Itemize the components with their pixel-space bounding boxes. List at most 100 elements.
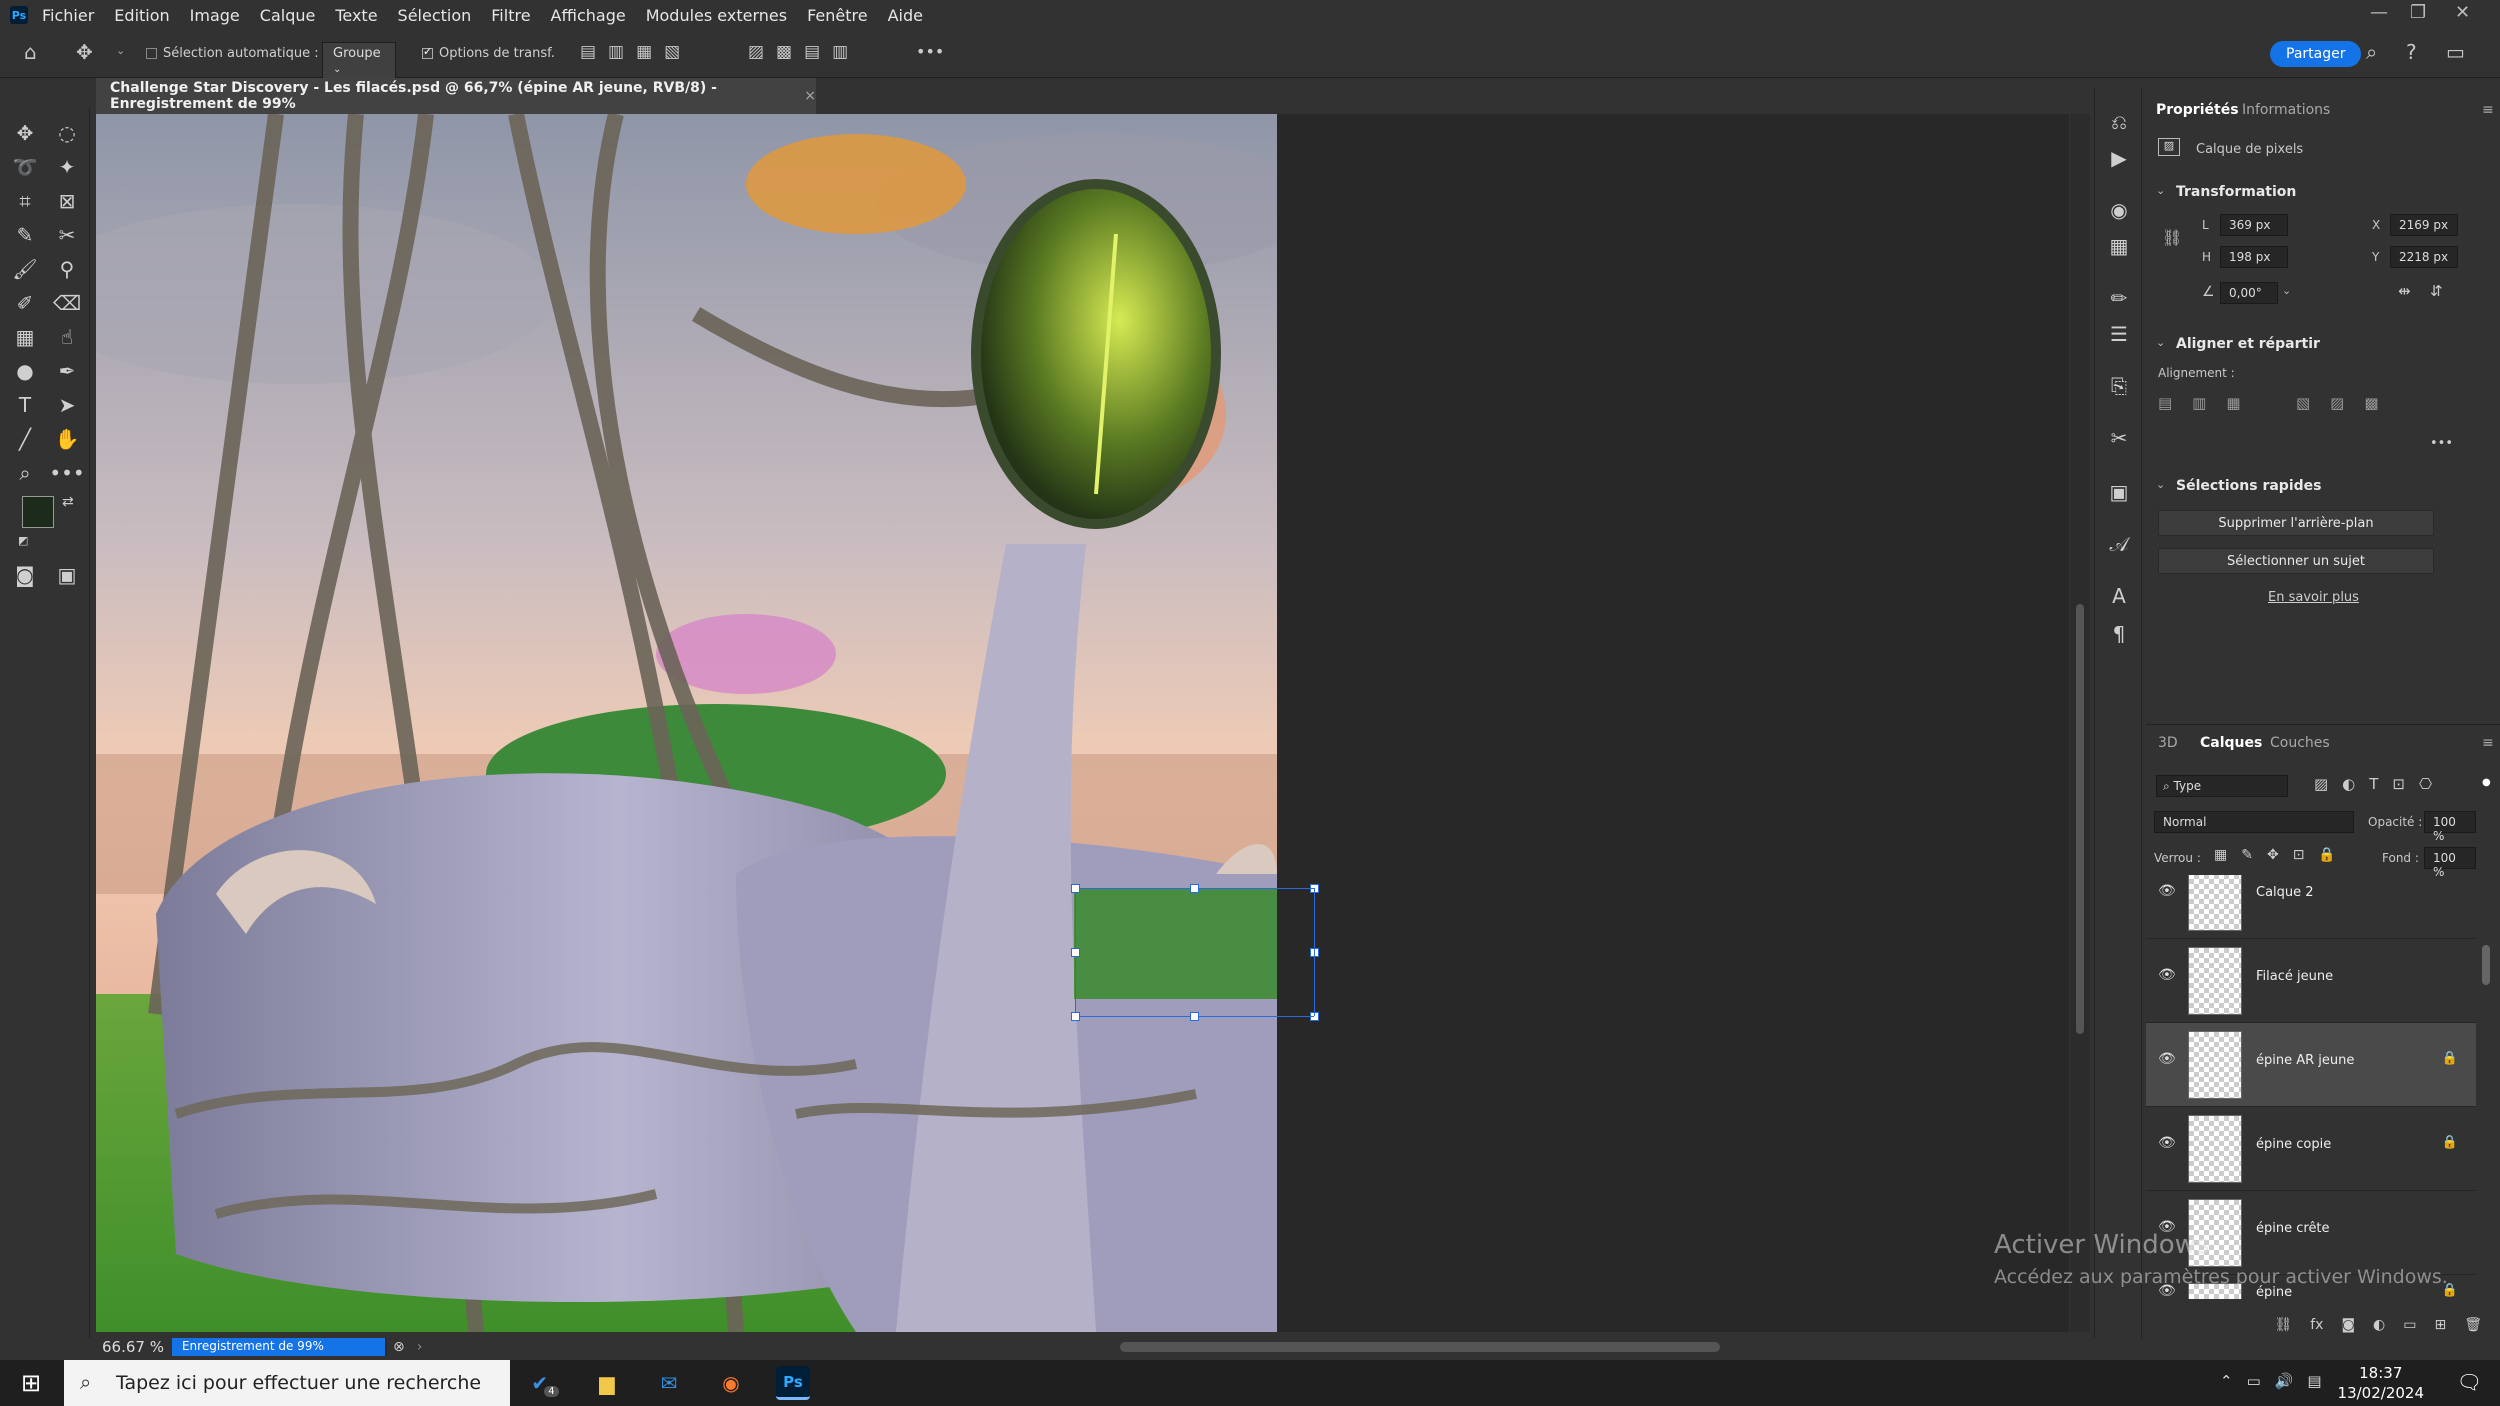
menu-filtre[interactable]: Filtre xyxy=(491,6,530,25)
auto-select-toggle[interactable]: Sélection automatique : xyxy=(146,46,319,61)
restore-icon[interactable]: ❐ xyxy=(2410,2,2426,23)
frame-tool-icon[interactable]: ⊠ xyxy=(52,186,82,216)
tab-properties[interactable]: Propriétés xyxy=(2156,102,2239,118)
pen-tool-icon[interactable]: ✒ xyxy=(52,356,82,386)
lock-icon[interactable]: 🔒 xyxy=(2442,1135,2458,1150)
align-buttons-icons[interactable]: ▤▥▦ xyxy=(2158,394,2261,412)
search-icon[interactable]: ⌕ xyxy=(2366,40,2377,64)
tab-informations[interactable]: Informations xyxy=(2242,102,2330,118)
y-field[interactable]: 2218 px xyxy=(2390,246,2458,268)
menu-modules-externes[interactable]: Modules externes xyxy=(646,6,787,25)
lasso-tool-icon[interactable]: ➰ xyxy=(10,152,40,182)
chevron-down-icon[interactable]: ⌄ xyxy=(2156,336,2165,349)
layer-row[interactable]: 👁 Filacé jeune xyxy=(2146,939,2476,1023)
layer-row-selected[interactable]: 👁 épine AR jeune 🔒 xyxy=(2146,1023,2476,1107)
height-field[interactable]: 198 px xyxy=(2220,246,2288,268)
default-colors-icon[interactable]: ◩ xyxy=(18,534,28,547)
panel-menu-icon[interactable]: ≡ xyxy=(2482,102,2494,118)
menu-texte[interactable]: Texte xyxy=(335,6,377,25)
character-icon[interactable]: A xyxy=(2105,582,2133,610)
close-tab-icon[interactable]: × xyxy=(804,88,816,104)
brushes-icon[interactable]: ✏ xyxy=(2105,284,2133,312)
link-layers-icon[interactable]: ⛓ xyxy=(2274,1317,2292,1333)
eye-icon[interactable]: 👁 xyxy=(2158,1051,2176,1067)
file-explorer-icon[interactable]: ▆ xyxy=(590,1366,624,1400)
history-brush-icon[interactable]: ✐ xyxy=(10,288,40,318)
notifications-icon[interactable]: 🗨 xyxy=(2457,1370,2482,1394)
foreground-color-swatch[interactable] xyxy=(22,496,54,528)
crop-tool-icon[interactable]: ⌗ xyxy=(10,186,40,216)
windows-start-icon[interactable]: ⊞ xyxy=(14,1366,48,1400)
transform-options-toggle[interactable]: Options de transf. xyxy=(422,45,555,61)
transform-handle[interactable] xyxy=(1190,1012,1199,1021)
vertical-scrollbar[interactable] xyxy=(2070,114,2090,1332)
auto-select-checkbox[interactable] xyxy=(146,48,157,59)
horizontal-scroll-thumb[interactable] xyxy=(1120,1342,1720,1352)
remove-background-button[interactable]: Supprimer l'arrière-plan xyxy=(2158,510,2434,536)
flip-vertical-icon[interactable]: ⇵ xyxy=(2430,282,2443,300)
align-horizontal-icons[interactable]: ▤▥▦▧ xyxy=(580,42,692,62)
menu-fenetre[interactable]: Fenêtre xyxy=(807,6,868,25)
menu-fichier[interactable]: Fichier xyxy=(42,6,94,25)
quick-mask-icon[interactable]: ◙ xyxy=(10,560,40,590)
learn-more-link[interactable]: En savoir plus xyxy=(2268,590,2359,605)
angle-field[interactable]: 0,00° xyxy=(2220,282,2278,304)
status-arrow-icon[interactable]: › xyxy=(417,1339,423,1355)
photoshop-taskbar-icon[interactable]: Ps xyxy=(776,1366,810,1400)
swatches-grid-icon[interactable]: ▦ xyxy=(2105,232,2133,260)
magic-wand-icon[interactable]: ✦ xyxy=(52,152,82,182)
swap-colors-icon[interactable]: ⇄ xyxy=(62,494,74,510)
layer-effects-icon[interactable]: fx xyxy=(2310,1317,2323,1333)
blend-mode-select[interactable]: Normal xyxy=(2154,811,2354,833)
dodge-tool-icon[interactable]: ● xyxy=(10,356,40,386)
gradient-tool-icon[interactable]: ▦ xyxy=(10,322,40,352)
flip-horizontal-icon[interactable]: ⇹ xyxy=(2398,282,2411,300)
adjustments-icon[interactable]: ☰ xyxy=(2105,320,2133,348)
menu-affichage[interactable]: Affichage xyxy=(551,6,626,25)
tool-presets-icon[interactable]: ✂ xyxy=(2105,424,2133,452)
home-icon[interactable]: ⌂ xyxy=(24,40,37,64)
eye-icon[interactable]: 👁 xyxy=(2158,1135,2176,1151)
brush-tool-icon[interactable]: 🖌 xyxy=(10,254,40,284)
chevron-down-icon[interactable]: ⌄ xyxy=(2282,284,2291,297)
line-tool-icon[interactable]: ╱ xyxy=(10,424,40,454)
artwork-canvas[interactable] xyxy=(96,114,1277,1332)
more-tools-icon[interactable]: ••• xyxy=(49,458,84,488)
tab-layers[interactable]: Calques xyxy=(2200,735,2262,751)
layers-menu-icon[interactable]: ≡ xyxy=(2482,735,2494,751)
share-button[interactable]: Partager xyxy=(2270,41,2362,67)
chevron-down-icon[interactable]: ⌄ xyxy=(2156,478,2165,491)
glyphs-icon[interactable]: 𝒜 xyxy=(2105,530,2133,558)
filter-toggle-icon[interactable]: ● xyxy=(2482,777,2491,788)
menu-selection[interactable]: Sélection xyxy=(398,6,472,25)
chevron-down-icon[interactable]: ⌄ xyxy=(2156,184,2165,197)
adjustment-layer-icon[interactable]: ◐ xyxy=(2373,1317,2385,1333)
transform-handle[interactable] xyxy=(1190,884,1199,893)
menu-edition[interactable]: Edition xyxy=(114,6,169,25)
firefox-icon[interactable]: ◉ xyxy=(714,1366,748,1400)
system-tray-icons[interactable]: ⌃▭🔊▤ xyxy=(2220,1372,2336,1390)
transform-handle[interactable] xyxy=(1071,1012,1080,1021)
width-field[interactable]: 369 px xyxy=(2220,214,2288,236)
layer-filter-select[interactable]: ⌕ Type xyxy=(2156,775,2288,797)
todo-app-icon[interactable]: ✔ 4 xyxy=(528,1366,562,1400)
eraser-icon[interactable]: ⌫ xyxy=(52,288,82,318)
eye-icon[interactable]: 👁 xyxy=(2158,967,2176,983)
transform-handle[interactable] xyxy=(1071,948,1080,957)
eyedropper-icon[interactable]: ✎ xyxy=(10,220,40,250)
lock-icon[interactable]: 🔒 xyxy=(2442,1051,2458,1066)
hand-tool-icon[interactable]: ✋ xyxy=(52,424,82,454)
path-select-icon[interactable]: ➤ xyxy=(52,390,82,420)
transform-bounding-box[interactable] xyxy=(1075,888,1277,1017)
stamp-tool-icon[interactable]: ⚲ xyxy=(52,254,82,284)
color-palette-icon[interactable]: ◉ xyxy=(2105,196,2133,224)
help-icon[interactable]: ? xyxy=(2406,40,2417,64)
smudge-tool-icon[interactable]: ☝ xyxy=(52,322,82,352)
lock-option-icons[interactable]: ▦✎✥⊡🔒 xyxy=(2214,847,2350,863)
cancel-save-icon[interactable]: ⊗ xyxy=(393,1339,405,1355)
taskbar-search[interactable]: ⌕ Tapez ici pour effectuer une recherche xyxy=(64,1360,510,1406)
layer-filter-icons[interactable]: ▨◐T⊡⎔ xyxy=(2314,775,2446,793)
layers-scroll-thumb[interactable] xyxy=(2482,945,2490,985)
vertical-scroll-thumb[interactable] xyxy=(2076,604,2084,1034)
menu-image[interactable]: Image xyxy=(190,6,240,25)
